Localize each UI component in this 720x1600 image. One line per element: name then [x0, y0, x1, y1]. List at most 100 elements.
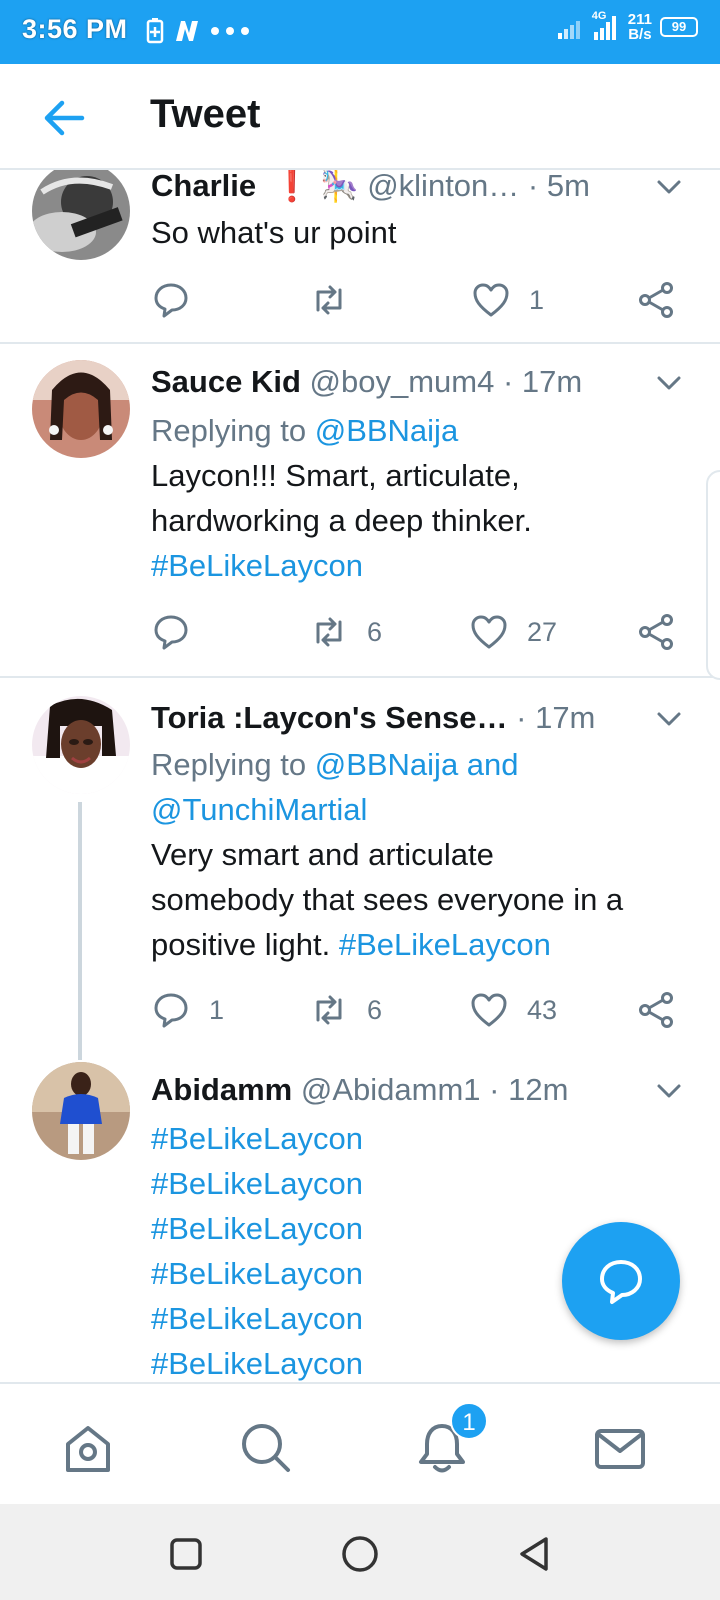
reply-button[interactable]: 1 — [151, 988, 224, 1032]
chevron-down-icon[interactable] — [654, 172, 684, 202]
like-button[interactable]: 27 — [469, 610, 557, 654]
tweet-text: Replying to @BBNaija Laycon!!! Smart, ar… — [151, 408, 680, 588]
reply-icon — [154, 283, 188, 318]
tweet-text: So what's ur point — [151, 210, 680, 255]
tweet-item[interactable]: Toria :Laycon's Sense… · 17m Replying to… — [0, 678, 720, 1060]
user-name[interactable]: Sauce Kid — [151, 364, 301, 399]
carousel-horse-icon: 🎠 — [319, 170, 359, 203]
tweet-body-text: positive light. — [151, 927, 339, 962]
share-icon — [639, 282, 673, 318]
battery-saver-icon — [146, 18, 164, 44]
avatar[interactable] — [32, 696, 130, 794]
side-edge-handle[interactable] — [706, 470, 720, 680]
nav-search[interactable] — [236, 1418, 296, 1478]
heart-icon — [471, 615, 507, 649]
avatar[interactable] — [32, 1062, 130, 1160]
thread-line — [78, 802, 82, 1060]
tweet-body-line: somebody that sees everyone in a — [151, 882, 624, 917]
nav-messages[interactable] — [590, 1418, 650, 1478]
user-handle: @Abidamm1 — [300, 1072, 481, 1107]
home-icon — [66, 1426, 110, 1472]
nav-home[interactable] — [58, 1418, 118, 1478]
reply-button[interactable] — [151, 610, 209, 654]
top-app-bar: Tweet — [0, 64, 720, 170]
chevron-down-icon[interactable] — [654, 368, 684, 398]
retweet-button[interactable]: 6 — [309, 988, 382, 1032]
arrow-left-icon — [44, 100, 85, 136]
user-name[interactable]: Abidamm — [151, 1072, 292, 1107]
retweet-count: 6 — [367, 616, 383, 647]
status-left-icons — [146, 18, 250, 44]
mention-link[interactable]: @TunchiMartial — [151, 787, 680, 832]
heart-icon — [473, 283, 509, 317]
like-count: 43 — [527, 994, 558, 1025]
tweet-item[interactable]: Sauce Kid @boy_mum4 · 17m Replying to @B… — [0, 344, 720, 678]
tweet-header: Charlie ❗ 🎠 @klinton… · 5m — [151, 170, 630, 206]
hashtag-link[interactable]: #BeLikeLaycon — [151, 1161, 680, 1206]
like-count: 27 — [527, 616, 558, 647]
status-time: 3:56 PM — [22, 14, 128, 44]
tweet-time: · 17m — [502, 364, 583, 399]
recents-square-icon[interactable] — [166, 1534, 206, 1574]
tweet-actions: 6 27 — [151, 610, 691, 654]
replying-to-label: Replying to — [151, 747, 315, 782]
replying-to: Replying to @BBNaija — [151, 408, 680, 453]
chevron-down-icon[interactable] — [654, 704, 684, 734]
like-button[interactable]: 1 — [471, 278, 544, 322]
tweet-time: · 5m — [527, 170, 590, 203]
share-icon — [639, 992, 673, 1028]
retweet-button[interactable]: 6 — [309, 610, 382, 654]
back-button[interactable] — [40, 96, 88, 140]
page-title: Tweet — [150, 92, 261, 136]
user-handle: @klinton… — [367, 170, 520, 203]
tweet-body-line: Laycon!!! Smart, articulate, — [151, 458, 520, 493]
signal-icon — [557, 21, 580, 39]
mention-link[interactable]: @BBNaija and — [315, 747, 519, 782]
compose-reply-button[interactable] — [562, 1222, 680, 1340]
system-navigation-bar — [0, 1504, 720, 1600]
tweet-time: · 12m — [489, 1072, 569, 1107]
like-button[interactable]: 43 — [469, 988, 557, 1032]
like-count: 1 — [529, 284, 545, 315]
exclamation-icon: ❗ — [272, 170, 312, 203]
tweet-item[interactable]: Charlie ❗ 🎠 @klinton… · 5m So what's ur … — [0, 170, 720, 344]
tweet-body-line: positive light. #BeLikeLaycon — [151, 922, 680, 967]
user-name[interactable]: Charlie — [151, 170, 256, 203]
retweet-icon — [316, 285, 342, 315]
tweet-actions: 1 — [151, 278, 691, 322]
status-bar: 3:56 PM 4G 211 B/s 99 — [0, 0, 720, 64]
notification-badge: 1 — [450, 1402, 488, 1440]
tweet-header: Abidamm @Abidamm1 · 12m — [151, 1070, 630, 1110]
back-triangle-icon[interactable] — [514, 1534, 554, 1574]
status-right-icons: 4G 211 B/s 99 — [557, 10, 698, 43]
reply-icon — [154, 615, 188, 650]
home-circle-icon[interactable] — [340, 1534, 380, 1574]
hashtag-link[interactable]: #BeLikeLaycon — [151, 1341, 680, 1382]
tweet-header: Toria :Laycon's Sense… · 17m — [151, 698, 630, 738]
hashtag-link[interactable]: #BeLikeLaycon — [339, 927, 551, 962]
battery-indicator: 99 — [660, 17, 698, 37]
tweet-body-line: hardworking a deep thinker. — [151, 503, 532, 538]
compose-reply-icon — [600, 1260, 642, 1304]
chevron-down-icon[interactable] — [654, 1076, 684, 1106]
reply-button[interactable] — [151, 278, 209, 322]
share-button[interactable] — [636, 988, 676, 1032]
more-dots-icon — [211, 27, 249, 35]
tweet-actions: 1 6 43 — [151, 988, 691, 1032]
share-button[interactable] — [636, 278, 676, 322]
user-name[interactable]: Toria :Laycon's Sense… — [151, 700, 508, 735]
retweet-button[interactable] — [309, 278, 367, 322]
avatar[interactable] — [32, 360, 130, 458]
search-icon — [242, 1424, 290, 1472]
retweet-icon — [316, 995, 342, 1025]
share-button[interactable] — [636, 610, 676, 654]
avatar[interactable] — [32, 170, 130, 260]
tweet-body-line: Very smart and articulate — [151, 837, 494, 872]
replying-to-label: Replying to — [151, 413, 315, 448]
hashtag-link[interactable]: #BeLikeLaycon — [151, 1116, 680, 1161]
speed-unit: B/s — [628, 26, 652, 43]
tweet-header: Sauce Kid @boy_mum4 · 17m — [151, 362, 630, 402]
hashtag-link[interactable]: #BeLikeLaycon — [151, 543, 680, 588]
tweet-timeline[interactable]: Charlie ❗ 🎠 @klinton… · 5m So what's ur … — [0, 170, 720, 1382]
mention-link[interactable]: @BBNaija — [315, 413, 458, 448]
